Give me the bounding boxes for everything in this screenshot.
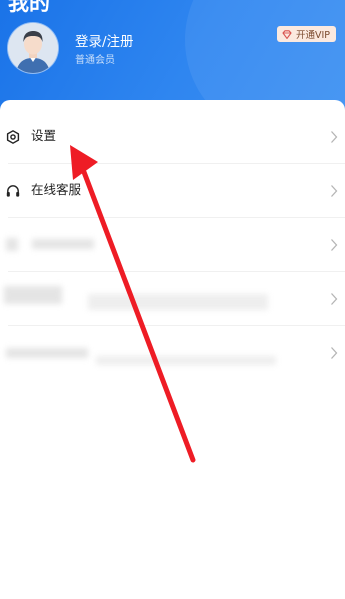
chevron-right-icon (331, 131, 338, 143)
blurred-label (96, 356, 276, 365)
menu-item-settings[interactable]: 设置 (0, 110, 345, 164)
blurred-label (32, 239, 94, 249)
blurred-icon (6, 348, 88, 358)
avatar[interactable] (8, 23, 58, 73)
profile-header: 我的 登录/注册 普通会员 开通VIP (0, 0, 345, 115)
default-avatar-icon (8, 23, 58, 73)
settings-icon (6, 130, 20, 144)
gem-icon (282, 29, 292, 39)
menu-item-label: 在线客服 (31, 182, 82, 197)
header-decoration (185, 0, 345, 115)
blurred-icon (4, 286, 62, 304)
menu-item-blurred-2[interactable] (0, 272, 345, 326)
menu-item-blurred-1[interactable] (0, 218, 345, 272)
open-vip-label: 开通VIP (295, 30, 330, 41)
menu-card: 设置 在线客服 (0, 100, 345, 599)
page-title: 我的 (8, 0, 50, 15)
chevron-right-icon (331, 347, 338, 359)
chevron-right-icon (331, 185, 338, 197)
blurred-label (88, 294, 268, 310)
blurred-icon (6, 238, 18, 251)
chevron-right-icon (331, 293, 338, 305)
member-level-label: 普通会员 (75, 55, 115, 66)
login-register-link[interactable]: 登录/注册 (75, 33, 134, 51)
chevron-right-icon (331, 239, 338, 251)
headset-icon (6, 185, 20, 197)
menu-item-blurred-3[interactable] (0, 326, 345, 380)
menu-item-label: 设置 (31, 128, 57, 143)
menu-item-customer-service[interactable]: 在线客服 (0, 164, 345, 218)
open-vip-button[interactable]: 开通VIP (276, 26, 336, 42)
